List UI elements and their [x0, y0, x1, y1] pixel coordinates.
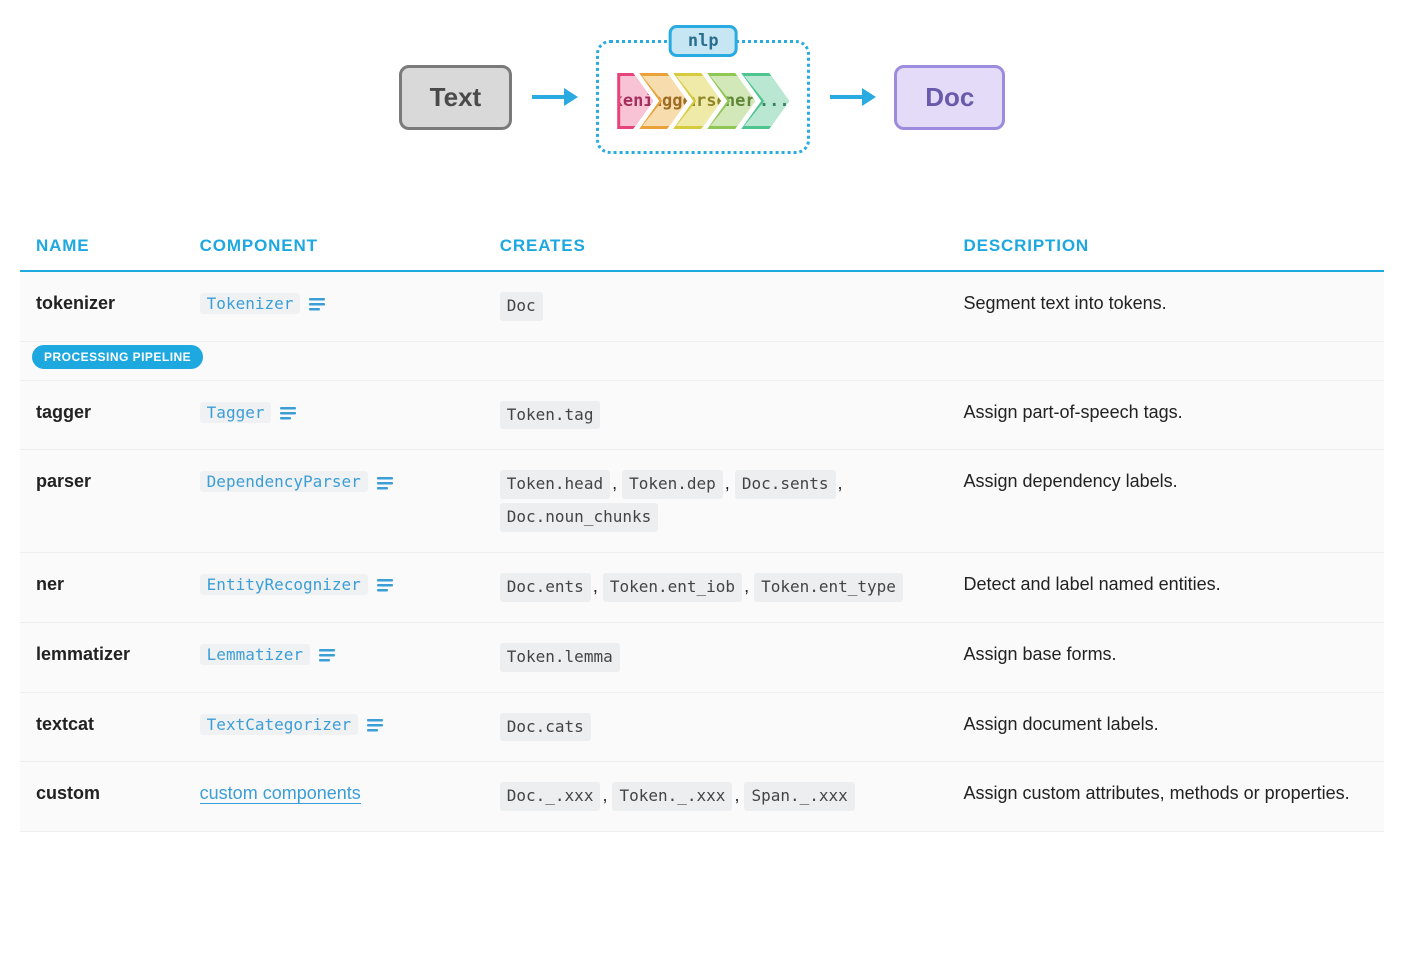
- table-row: parser DependencyParser Token.head, Token.…: [20, 450, 1384, 553]
- cell-component: custom components: [184, 762, 484, 832]
- component-link[interactable]: DependencyParser: [200, 471, 368, 492]
- component-link[interactable]: Tagger: [200, 402, 272, 423]
- doc-icon[interactable]: [376, 577, 394, 593]
- code-chip: Doc.cats: [500, 713, 591, 742]
- header-creates: CREATES: [484, 224, 948, 271]
- cell-description: Assign base forms.: [948, 622, 1385, 692]
- code-chip: Doc: [500, 292, 543, 321]
- cell-creates: Doc.ents, Token.ent_iob, Token.ent_type: [484, 553, 948, 623]
- cell-creates: Token.tag: [484, 380, 948, 450]
- header-name: NAME: [20, 224, 184, 271]
- cell-description: Assign custom attributes, methods or pro…: [948, 762, 1385, 832]
- code-chip: Token.lemma: [500, 643, 620, 672]
- code-chip: Token.dep: [622, 470, 723, 499]
- arrow-icon: [530, 85, 578, 109]
- table-row: tagger Tagger Token.tag Assign part-of-spee…: [20, 380, 1384, 450]
- nlp-container: nlp tokenizer tagger parser ner ...: [596, 40, 810, 154]
- code-chip: Token.tag: [500, 401, 601, 430]
- cell-name: lemmatizer: [20, 622, 184, 692]
- code-chip: Token.ent_iob: [603, 573, 742, 602]
- code-chip: Doc._.xxx: [500, 782, 601, 811]
- code-chip: Token._.xxx: [612, 782, 732, 811]
- cell-name: tagger: [20, 380, 184, 450]
- cell-description: Assign dependency labels.: [948, 450, 1385, 553]
- cell-creates: Doc._.xxx, Token._.xxx, Span._.xxx: [484, 762, 948, 832]
- component-link[interactable]: Lemmatizer: [200, 644, 310, 665]
- component-link[interactable]: EntityRecognizer: [200, 574, 368, 595]
- doc-icon[interactable]: [376, 475, 394, 491]
- doc-icon[interactable]: [318, 647, 336, 663]
- cell-description: Segment text into tokens.: [948, 271, 1385, 341]
- header-description: DESCRIPTION: [948, 224, 1385, 271]
- cell-creates: Doc: [484, 271, 948, 341]
- cell-description: Assign document labels.: [948, 692, 1385, 762]
- cell-component: EntityRecognizer: [184, 553, 484, 623]
- table-row: textcat TextCategorizer Doc.cats Assign doc…: [20, 692, 1384, 762]
- pipeline-diagram: Text nlp tokenizer tagger parser ner ...…: [20, 40, 1384, 154]
- cell-description: Detect and label named entities.: [948, 553, 1385, 623]
- table-row: lemmatizer Lemmatizer Token.lemma Assign ba…: [20, 622, 1384, 692]
- cell-name: ner: [20, 553, 184, 623]
- code-chip: Token.ent_type: [754, 573, 903, 602]
- table-row: tokenizer Tokenizer Doc Segment text into t…: [20, 271, 1384, 341]
- input-box: Text: [399, 65, 513, 130]
- cell-component: Tagger: [184, 380, 484, 450]
- components-table: NAME COMPONENT CREATES DESCRIPTION token…: [20, 224, 1384, 832]
- doc-icon[interactable]: [308, 296, 326, 312]
- code-chip: Span._.xxx: [744, 782, 854, 811]
- output-box: Doc: [894, 65, 1005, 130]
- nlp-label: nlp: [669, 25, 738, 57]
- cell-component: Tokenizer: [184, 271, 484, 341]
- header-component: COMPONENT: [184, 224, 484, 271]
- section-row: PROCESSING PIPELINE: [20, 341, 1384, 380]
- cell-component: Lemmatizer: [184, 622, 484, 692]
- table-row: ner EntityRecognizer Doc.ents, Token.ent_i…: [20, 553, 1384, 623]
- component-link[interactable]: custom components: [200, 783, 361, 804]
- cell-creates: Doc.cats: [484, 692, 948, 762]
- component-link[interactable]: Tokenizer: [200, 293, 301, 314]
- cell-name: custom: [20, 762, 184, 832]
- cell-name: textcat: [20, 692, 184, 762]
- code-chip: Token.head: [500, 470, 610, 499]
- table-row: custom custom components Doc._.xxx, Token.…: [20, 762, 1384, 832]
- doc-icon[interactable]: [279, 405, 297, 421]
- cell-creates: Token.lemma: [484, 622, 948, 692]
- cell-description: Assign part-of-speech tags.: [948, 380, 1385, 450]
- component-link[interactable]: TextCategorizer: [200, 714, 359, 735]
- arrow-icon: [828, 85, 876, 109]
- doc-icon[interactable]: [366, 717, 384, 733]
- cell-component: DependencyParser: [184, 450, 484, 553]
- cell-creates: Token.head, Token.dep, Doc.sents, Doc.no…: [484, 450, 948, 553]
- cell-component: TextCategorizer: [184, 692, 484, 762]
- cell-name: tokenizer: [20, 271, 184, 341]
- code-chip: Doc.sents: [735, 470, 836, 499]
- code-chip: Doc.noun_chunks: [500, 503, 659, 532]
- cell-name: parser: [20, 450, 184, 553]
- section-badge: PROCESSING PIPELINE: [32, 345, 203, 370]
- pipeline-stages: tokenizer tagger parser ner ...: [617, 73, 789, 129]
- code-chip: Doc.ents: [500, 573, 591, 602]
